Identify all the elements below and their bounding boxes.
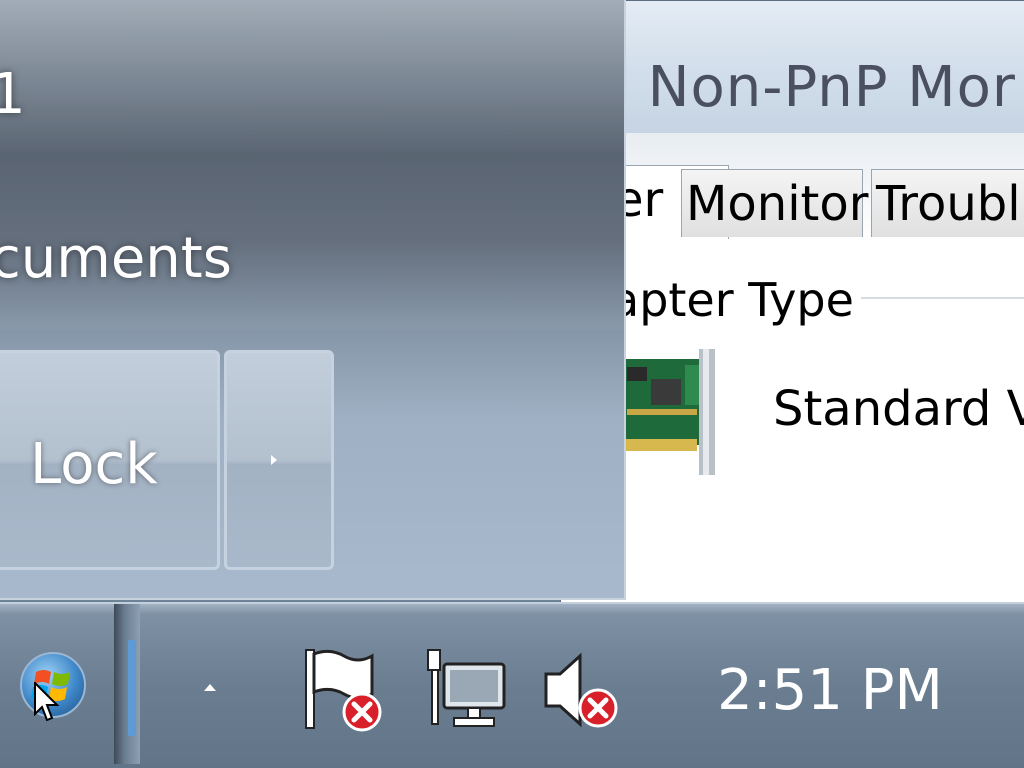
properties-window-titlebar[interactable]: c Non-PnP Mor [561, 1, 1024, 133]
action-center-flag-error-icon[interactable] [300, 646, 390, 732]
properties-window-title: c Non-PnP Mor [597, 55, 1016, 120]
taskbar-button-edge[interactable] [128, 640, 136, 736]
chevron-right-icon [271, 455, 277, 465]
tab-monitor[interactable]: Monitor [681, 169, 868, 237]
taskbar-clock[interactable]: 2:51 PM [690, 658, 970, 723]
network-error-icon[interactable] [424, 646, 510, 732]
properties-window: c Non-PnP Mor er Monitor Troubl apter Ty… [560, 0, 1024, 610]
taskbar-divider [114, 604, 140, 764]
tab-troubleshoot[interactable]: Troubl [871, 169, 1024, 237]
adapter-name: Standard V [773, 381, 1024, 437]
desktop: c Non-PnP Mor er Monitor Troubl apter Ty… [0, 0, 1024, 768]
power-options-button[interactable] [224, 350, 334, 570]
start-menu-documents-item[interactable]: cuments [0, 226, 232, 291]
start-menu-user-item[interactable]: 1 [0, 62, 26, 127]
volume-muted-error-icon[interactable] [540, 646, 626, 732]
video-card-icon [621, 349, 715, 475]
chevron-up-icon[interactable] [204, 684, 216, 691]
lock-button-label: Lock [30, 432, 158, 497]
group-divider [861, 297, 1024, 299]
mouse-cursor-icon [34, 682, 60, 722]
adapter-type-group-label: apter Type [611, 273, 854, 327]
